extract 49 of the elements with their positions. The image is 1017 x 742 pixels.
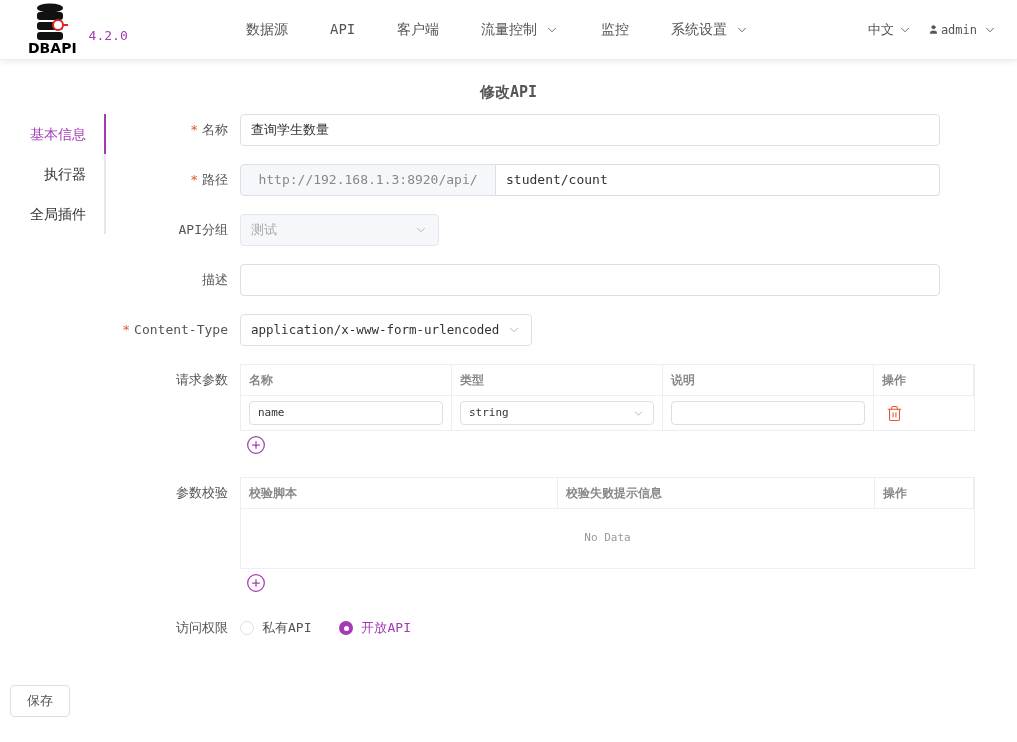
add-icon[interactable] (246, 572, 266, 593)
column-header: 说明 (671, 372, 695, 389)
name-input[interactable]: 查询学生数量 (240, 114, 940, 146)
field-label: 描述 (202, 271, 228, 290)
version-label: 4.2.0 (88, 26, 128, 45)
side-tab[interactable]: 基本信息 (0, 114, 106, 154)
column-header: 校验脚本 (249, 484, 297, 502)
language-menu[interactable]: 中文 (867, 19, 912, 40)
side-tab[interactable]: 执行器 (0, 154, 106, 194)
radio-option[interactable]: 私有API (240, 618, 312, 638)
required-mark: * (122, 321, 131, 340)
column-header: 类型 (460, 372, 484, 389)
path-input[interactable]: student/count (496, 164, 940, 196)
column-header: 操作 (882, 372, 906, 389)
column-header: 名称 (249, 372, 273, 389)
side-tab[interactable]: 全局插件 (0, 194, 106, 234)
param-type-select[interactable]: string (460, 401, 654, 425)
field-label: 名称 (202, 121, 228, 140)
field-label: Content-Type (134, 321, 228, 340)
param-name-input[interactable]: name (249, 401, 443, 425)
field-label: 访问权限 (176, 619, 228, 638)
nav-link[interactable]: 流量控制 (481, 19, 560, 40)
empty-table-text: No Data (584, 529, 631, 546)
add-icon[interactable] (246, 435, 266, 455)
field-label: API分组 (178, 221, 228, 240)
delete-icon[interactable] (886, 404, 903, 422)
nav-link[interactable]: API (330, 19, 356, 40)
user-icon (927, 24, 939, 35)
save-button[interactable]: 保存 (10, 685, 70, 717)
nav-link[interactable]: 系统设置 (671, 19, 750, 40)
logo-text: DBAPI (28, 41, 77, 55)
field-label: 请求参数 (176, 371, 228, 389)
url-prefix: http://192.168.1.3:8920/api/ (240, 164, 496, 196)
nav-link[interactable]: 监控 (601, 19, 630, 40)
column-header: 校验失败提示信息 (566, 484, 662, 502)
nav-link[interactable]: 数据源 (246, 19, 288, 40)
nav-link[interactable]: 客户端 (397, 19, 440, 40)
radio-option[interactable]: 开放API (339, 618, 411, 638)
user-menu[interactable]: admin (927, 20, 997, 39)
description-input[interactable] (240, 264, 940, 296)
column-header: 操作 (883, 484, 907, 502)
param-description-input[interactable] (671, 401, 865, 425)
page-title: 修改API (479, 83, 538, 101)
content-type-select[interactable]: application/x-www-form-urlencoded (240, 314, 533, 346)
field-label: 参数校验 (176, 483, 228, 502)
required-mark: * (190, 121, 198, 140)
database-logo-icon (35, 3, 70, 41)
required-mark: * (190, 171, 198, 190)
field-label: 路径 (202, 171, 228, 190)
